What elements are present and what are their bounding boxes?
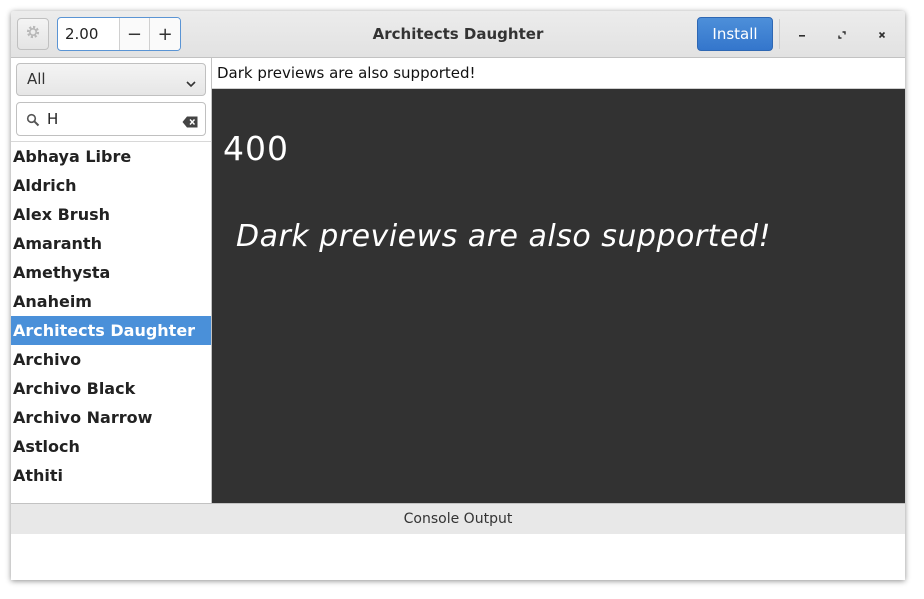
filter-combobox[interactable]: All [16,63,206,96]
minus-icon: − [126,23,142,45]
close-button[interactable] [871,23,893,45]
settings-button[interactable] [17,18,49,50]
font-list-item[interactable]: Aldrich [11,171,211,200]
size-spinbutton[interactable]: 2.00 − + [57,17,181,51]
search-field[interactable]: H [16,102,206,136]
font-list[interactable]: Abhaya Libre Aldrich Alex Brush Amaranth… [11,142,211,504]
minimize-icon [797,25,807,44]
font-list-item[interactable]: Amethysta [11,258,211,287]
minimize-button[interactable] [791,23,813,45]
chevron-down-icon [185,74,197,93]
preview-text-entry[interactable]: Dark previews are also supported! [212,58,905,89]
console-output-area[interactable] [11,534,905,580]
close-icon [877,25,887,44]
preview-pane: 400 Dark previews are also supported! [212,89,905,503]
maximize-button[interactable] [831,23,853,45]
font-list-item[interactable]: Astloch [11,432,211,461]
font-list-item[interactable]: Archivo Black [11,374,211,403]
font-list-item[interactable]: Athiti [11,461,211,490]
font-list-item[interactable]: Amaranth [11,229,211,258]
size-value[interactable]: 2.00 [58,18,119,50]
maximize-icon [837,25,847,44]
console-output-header[interactable]: Console Output [11,503,905,535]
preview-weight-label: 400 [223,129,289,168]
filter-selected-label: All [27,70,46,88]
font-list-item[interactable]: Abhaya Libre [11,142,211,171]
font-list-item[interactable]: Archivo [11,345,211,374]
increment-button[interactable]: + [149,18,180,50]
search-input[interactable]: H [47,103,58,135]
sidebar: All H Abhaya Libre Aldrich Alex Brush Am… [11,58,212,504]
install-button[interactable]: Install [697,17,773,51]
app-window: 2.00 − + Architects Daughter Install All… [11,11,905,580]
font-list-item[interactable]: Archivo Narrow [11,403,211,432]
preview-sample-text: Dark previews are also supported! [236,219,771,254]
font-list-item[interactable]: Anaheim [11,287,211,316]
header-bar: 2.00 − + Architects Daughter Install [11,11,905,58]
font-list-item[interactable]: Alex Brush [11,200,211,229]
search-icon [26,112,40,131]
clear-search-icon[interactable] [182,113,198,132]
decrement-button[interactable]: − [118,18,150,50]
header-separator [779,19,780,49]
font-list-item-selected[interactable]: Architects Daughter [11,316,211,345]
plus-icon: + [157,23,173,45]
gear-icon [25,24,41,44]
